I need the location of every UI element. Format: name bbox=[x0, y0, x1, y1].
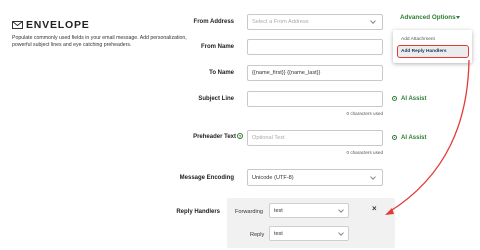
annotation-arrow bbox=[385, 59, 470, 215]
